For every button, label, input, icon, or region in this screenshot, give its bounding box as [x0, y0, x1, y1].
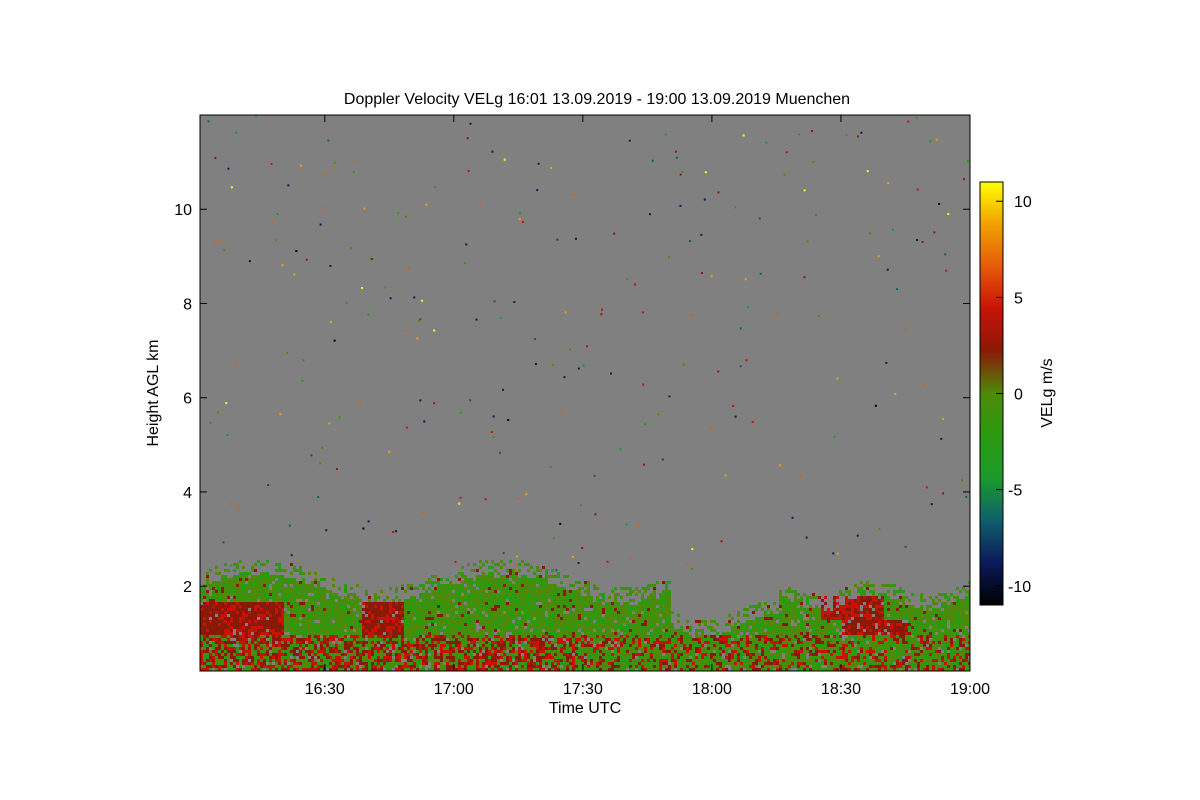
- chart-title: Doppler Velocity VELg 16:01 13.09.2019 -…: [344, 91, 850, 108]
- x-tick-label: 19:00: [950, 681, 990, 698]
- colorbar-tick-label: -5: [1008, 483, 1022, 500]
- y-tick-label: 4: [183, 485, 192, 502]
- x-tick-label: 16:30: [305, 681, 345, 698]
- x-axis-label: Time UTC: [549, 700, 621, 717]
- colorbar-tick-label: 10: [1014, 194, 1032, 211]
- x-tick-label: 17:30: [563, 681, 603, 698]
- y-axis-label: Height AGL km: [145, 339, 162, 446]
- x-tick-label: 18:30: [821, 681, 861, 698]
- x-tick-label: 17:00: [434, 681, 474, 698]
- y-tick-label: 2: [183, 579, 192, 596]
- chart-figure: Doppler Velocity VELg 16:01 13.09.2019 -…: [145, 91, 1056, 717]
- y-tick-label: 10: [174, 202, 192, 219]
- colorbar-label: VELg m/s: [1039, 358, 1056, 427]
- x-tick-label: 18:00: [692, 681, 732, 698]
- colorbar-tick-label: -10: [1008, 579, 1031, 596]
- y-tick-label: 6: [183, 391, 192, 408]
- colorbar-tick-label: 0: [1014, 387, 1023, 404]
- y-tick-label: 8: [183, 296, 192, 313]
- colorbar-tick-label: 5: [1014, 290, 1023, 307]
